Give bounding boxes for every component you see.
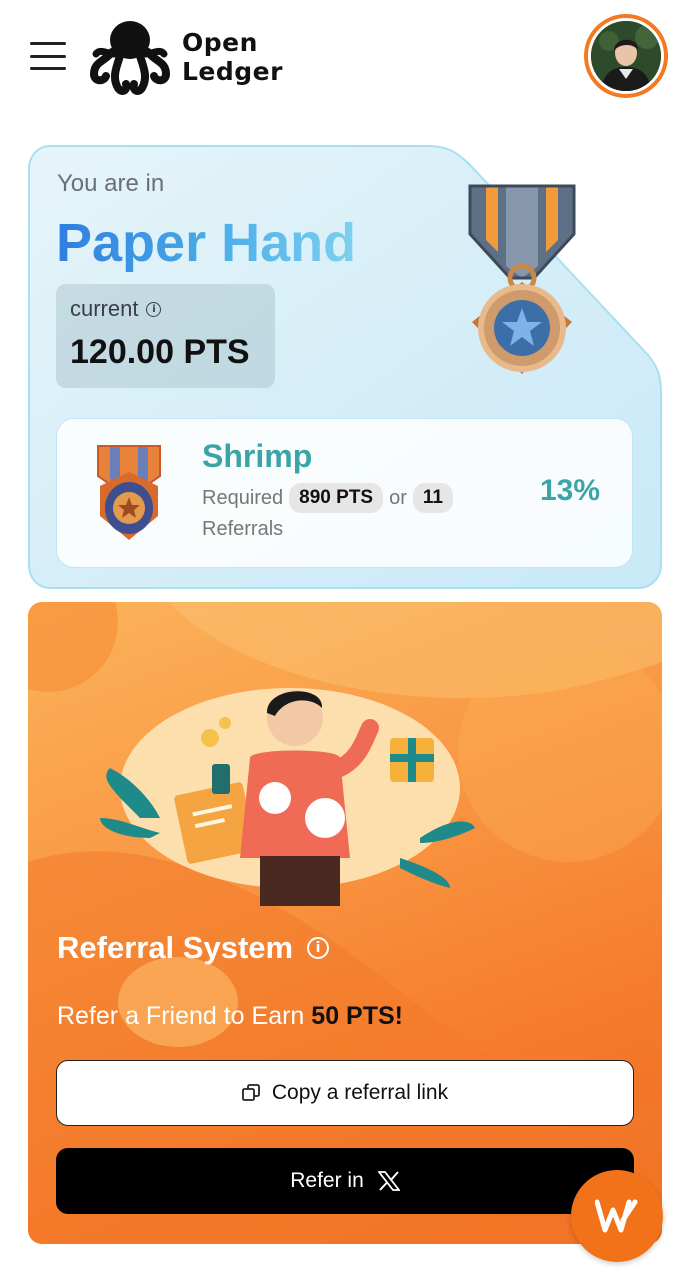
next-tier-name: Shrimp [202, 438, 313, 474]
copy-button-label: Copy a referral link [271, 1081, 449, 1104]
medal-star-icon [468, 184, 576, 374]
avatar-image [591, 21, 661, 91]
info-icon[interactable]: i [146, 301, 162, 317]
referral-subtitle-prefix: Refer a Friend to Earn [57, 1002, 305, 1030]
medal-small-icon [97, 445, 161, 540]
referral-title: Referral System i [57, 930, 330, 966]
copy-icon [241, 1084, 260, 1101]
x-logo-icon [377, 1171, 400, 1191]
referral-title-text: Referral System [57, 930, 294, 965]
referrals-label: Referrals [202, 518, 284, 540]
wallet-fab-icon[interactable] [571, 1170, 663, 1262]
refer-in-x-button[interactable]: Refer in [56, 1148, 634, 1214]
required-label: Required [202, 486, 284, 509]
current-points-value: 120.00 PTS [70, 333, 250, 371]
avatar[interactable] [584, 14, 668, 98]
header: Open Ledger [0, 0, 689, 120]
current-label-text: current [70, 296, 139, 321]
tier-progress-percent: 13% [540, 474, 601, 507]
logo-line-1: Open [182, 28, 258, 57]
required-pts-pill: 890 PTS [289, 483, 384, 513]
rank-intro: You are in [57, 170, 165, 197]
logo-text: Open Ledger [182, 28, 283, 86]
octopus-logo-icon [90, 21, 170, 95]
or-label: or [389, 486, 407, 509]
logo[interactable]: Open Ledger [90, 18, 283, 98]
required-referrals-pill: 11 [412, 483, 453, 513]
referral-info-icon[interactable]: i [307, 937, 330, 959]
copy-referral-link-button[interactable]: Copy a referral link [56, 1060, 634, 1126]
referral-subtitle: Refer a Friend to Earn 50 PTS! [57, 1002, 403, 1031]
referral-illustration [100, 688, 475, 906]
rank-name: Paper Hand [56, 213, 357, 273]
logo-line-2: Ledger [182, 57, 283, 86]
refer-button-label: Refer in [290, 1169, 364, 1192]
referral-reward: 50 PTS! [311, 1002, 403, 1030]
requirement-line: Required 890 PTS or 11 [202, 483, 453, 513]
hamburger-menu-icon[interactable] [30, 42, 66, 70]
current-label: current i [70, 296, 162, 322]
